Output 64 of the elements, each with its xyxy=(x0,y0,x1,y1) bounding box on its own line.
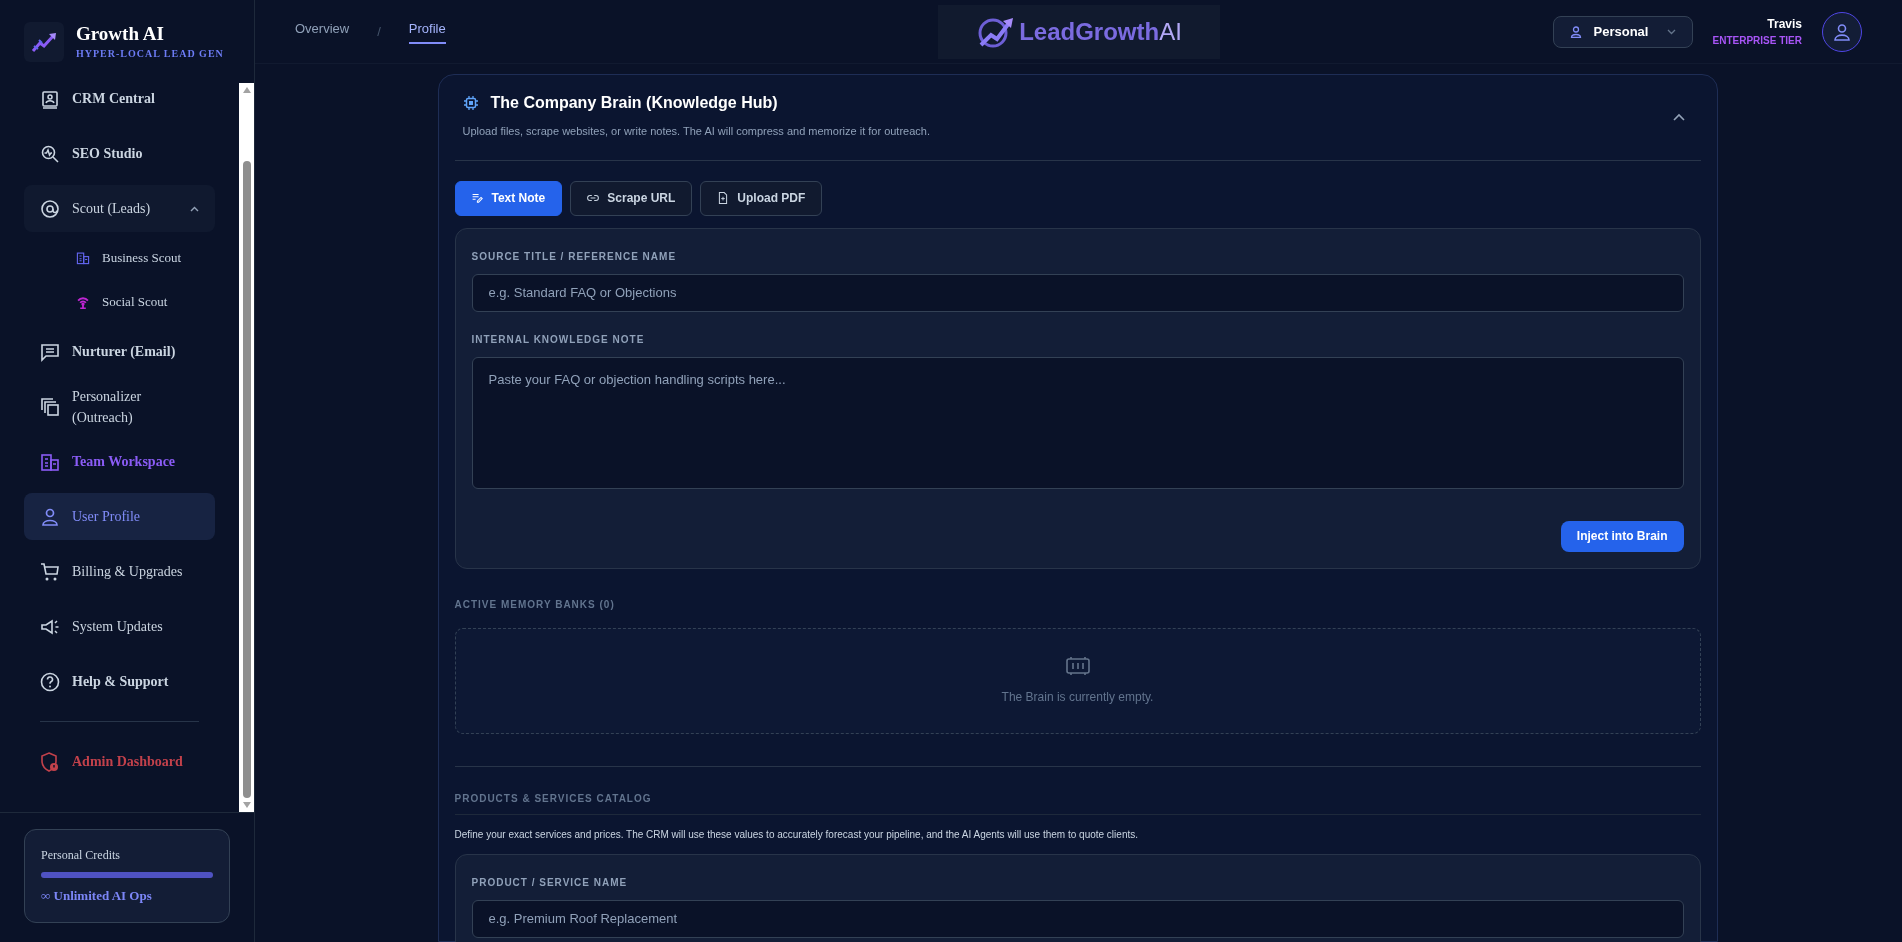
nav-subitem[interactable]: Social Scout xyxy=(24,282,215,322)
workspace-select[interactable]: Personal xyxy=(1552,15,1693,48)
nav-item[interactable]: Team Workspace xyxy=(24,438,215,485)
field-label: SOURCE TITLE / REFERENCE NAME xyxy=(471,249,678,264)
link-icon xyxy=(587,192,600,204)
message-icon xyxy=(40,341,60,362)
card-subtitle: Upload files, scrape websites, or write notes. The AI will compress and memorize it for outreach. xyxy=(462,124,930,139)
empty-state-text: The Brain is currently empty. xyxy=(1001,688,1154,706)
nav-item[interactable]: System Updates xyxy=(24,603,215,650)
memory-icon xyxy=(1064,655,1091,676)
breadcrumb-separator: / xyxy=(377,22,381,41)
help-icon xyxy=(40,671,60,692)
nav-item[interactable]: SEO Studio xyxy=(24,130,215,177)
input-field[interactable]: e.g. Standard FAQ or Objections xyxy=(471,273,1684,312)
user-name: Travis xyxy=(1767,16,1802,33)
breadcrumb-link[interactable]: Overview xyxy=(295,18,350,45)
nav-item[interactable]: User Profile xyxy=(24,493,215,540)
tier-label: ENTERPRISE TIER xyxy=(1712,34,1802,48)
cart-icon xyxy=(40,561,60,582)
file-icon xyxy=(717,192,730,204)
credits-label: Personal Credits xyxy=(41,847,121,864)
nav-item[interactable]: Nurturer (Email) xyxy=(24,328,215,375)
note-icon xyxy=(471,192,484,204)
logo-icon xyxy=(24,21,64,62)
inject-button[interactable]: Inject into Brain xyxy=(1560,520,1684,552)
source-tab[interactable]: Upload PDF xyxy=(700,180,823,216)
chevron-down-icon xyxy=(1666,28,1676,35)
nav-item[interactable]: Billing & Upgrades xyxy=(24,548,215,595)
scrollbar[interactable] xyxy=(239,83,254,812)
nav-item[interactable]: Admin Dashboard xyxy=(24,738,215,785)
input-field[interactable]: e.g. Premium Roof Replacement xyxy=(471,899,1684,938)
shield-icon xyxy=(40,751,60,772)
dashboard-icon xyxy=(40,88,60,109)
nav-item[interactable]: CRM Central xyxy=(24,83,215,122)
nav-item[interactable]: Personalizer (Outreach) xyxy=(24,383,215,430)
nav-subitem[interactable]: Business Scout xyxy=(24,238,215,278)
source-tab[interactable]: Text Note xyxy=(454,180,563,216)
source-tab[interactable]: Scrape URL xyxy=(570,180,693,216)
section-heading: PRODUCTS & SERVICES CATALOG xyxy=(454,790,1701,815)
nav-item[interactable]: Help & Support xyxy=(24,658,215,705)
brand-title: Growth AI xyxy=(76,22,165,46)
card-title: The Company Brain (Knowledge Hub) xyxy=(490,93,778,113)
breadcrumb-link[interactable]: Profile xyxy=(408,18,446,45)
scroll-down-icon[interactable] xyxy=(242,802,251,808)
user-icon xyxy=(40,506,60,527)
section-description: Define your exact services and prices. The CRM will use these values to accurately forecast your pipeline, and the AI Agents will use them to quote clients. xyxy=(454,827,1139,842)
chip-icon xyxy=(462,95,479,111)
avatar[interactable] xyxy=(1822,11,1862,52)
nav-item[interactable]: Scout (Leads) xyxy=(24,185,215,232)
search-chart-icon xyxy=(40,143,60,164)
field-label: INTERNAL KNOWLEDGE NOTE xyxy=(471,332,646,347)
chevron-icon xyxy=(1672,113,1685,121)
copy-icon xyxy=(40,396,60,417)
field-label: PRODUCT / SERVICE NAME xyxy=(471,875,629,890)
user-icon xyxy=(1569,25,1582,38)
building-icon xyxy=(40,451,60,472)
note-textarea[interactable]: Paste your FAQ or objection handling scripts here... xyxy=(471,356,1684,489)
brand-tagline: HYPER-LOCAL LEAD GEN xyxy=(76,47,224,61)
at-sign-icon xyxy=(40,198,60,219)
chevron-icon xyxy=(190,205,199,212)
scroll-up-icon[interactable] xyxy=(242,87,251,93)
credits-note: ∞ Unlimited AI Ops xyxy=(41,887,153,905)
brand-name: LeadGrowthAI xyxy=(1019,16,1182,47)
section-heading: ACTIVE MEMORY BANKS (0) xyxy=(454,597,616,612)
